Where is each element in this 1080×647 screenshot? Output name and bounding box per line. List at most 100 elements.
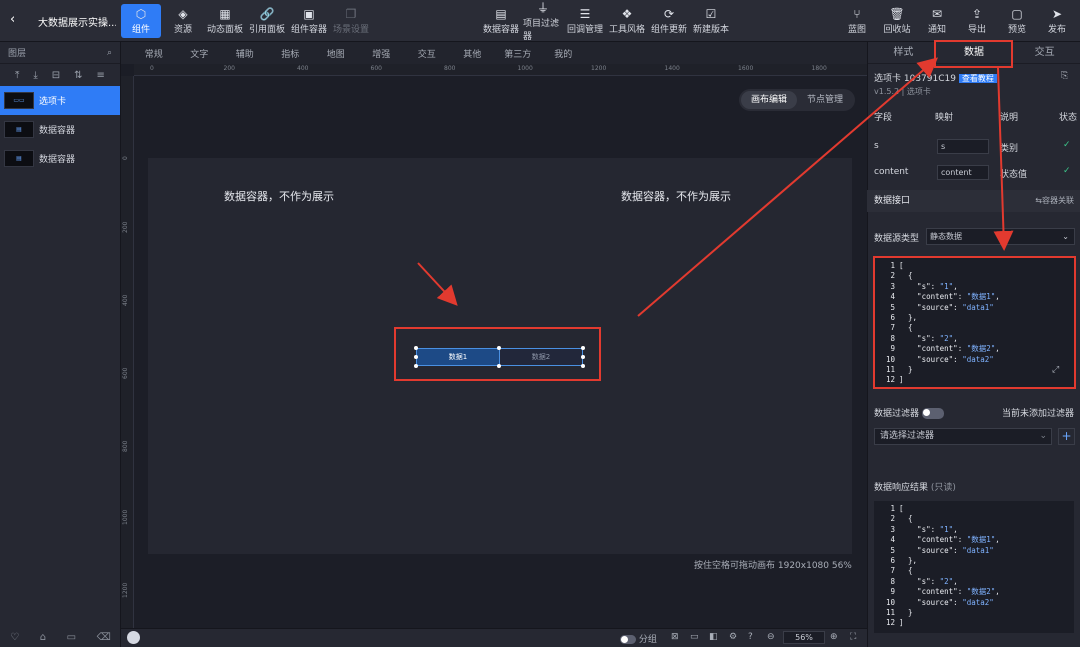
toolbar-container-button[interactable]: ▣ 组件容器	[289, 4, 329, 38]
copy-icon[interactable]: ⎘	[1061, 71, 1068, 81]
container-link-button[interactable]: ⇆容器关联	[1035, 190, 1074, 212]
category-tab[interactable]: 我的	[541, 47, 587, 60]
ruler-tick-label: 1200	[591, 65, 607, 72]
line-number: 11	[885, 608, 895, 618]
ruler-tick-label: 1800	[811, 65, 827, 72]
layer-item[interactable]: ▭▭ 选项卡	[0, 86, 120, 115]
resize-handle[interactable]	[581, 364, 585, 368]
canvas-edit-tab[interactable]: 画布编辑	[741, 91, 797, 109]
lock-icon[interactable]: ⌂	[40, 632, 46, 643]
layer-item[interactable]: ▤ 数据容器	[0, 115, 120, 144]
move-down-icon[interactable]: ⤓	[33, 70, 37, 81]
category-tab[interactable]: 交互	[404, 47, 450, 60]
fit-screen-icon[interactable]: ⛶	[850, 632, 856, 642]
category-tab[interactable]: 地图	[313, 47, 359, 60]
toolbar-label: 通知	[927, 25, 946, 35]
group-toggle[interactable]: 分组	[620, 632, 657, 645]
toolbar-label: 项目过滤器	[523, 18, 560, 42]
filter-icon: ⏚	[536, 0, 549, 15]
toolbar-scene-button[interactable]: ❐ 场景设置	[331, 4, 371, 38]
resize-handle[interactable]	[497, 346, 501, 350]
expand-icon[interactable]: ⤢	[1052, 365, 1059, 375]
property-tab[interactable]: 交互	[1009, 42, 1080, 63]
filter-select[interactable]: 请选择过滤器 ⌄	[874, 428, 1052, 445]
tab-widget-item-1[interactable]: 数据1	[417, 349, 499, 365]
canvas-mode-toggle[interactable]: 画布编辑 节点管理	[739, 89, 855, 111]
align-icon[interactable]: ⊟	[52, 70, 60, 81]
layer-item[interactable]: ▤ 数据容器	[0, 144, 120, 173]
folder-icon[interactable]: ▭	[67, 632, 76, 643]
resize-handle[interactable]	[414, 364, 418, 368]
back-icon[interactable]: ‹	[10, 12, 15, 27]
category-tab[interactable]: 常规	[131, 47, 177, 60]
category-tab[interactable]: 文字	[177, 47, 223, 60]
grid-icon[interactable]: ⊠	[671, 632, 679, 642]
toolbar-label: 回收站	[883, 25, 911, 35]
component-name: 选项卡 103791C19 查看教程	[874, 71, 997, 84]
zoom-out-icon[interactable]: ⊖	[767, 632, 775, 642]
move-up-icon[interactable]: ⤒	[15, 70, 19, 81]
resize-handle[interactable]	[581, 346, 585, 350]
toolbar-style-button[interactable]: ❖ 工具风格	[607, 4, 647, 38]
group-switch[interactable]	[620, 635, 636, 644]
resize-handle[interactable]	[414, 346, 418, 350]
toolbar-panel-button[interactable]: ▦ 动态面板	[205, 4, 245, 38]
code-line: 11 }	[874, 608, 1074, 618]
ruler-tick-label: 600	[370, 65, 382, 72]
category-tab[interactable]: 指标	[268, 47, 314, 60]
toolbar-publish-button[interactable]: ➤ 发布	[1038, 4, 1076, 38]
filter-switch[interactable]	[921, 408, 944, 419]
node-manage-tab[interactable]: 节点管理	[797, 91, 853, 109]
toolbar-data-container-button[interactable]: ▤ 数据容器	[481, 4, 521, 38]
line-number: 9	[890, 587, 895, 597]
toolbar-blueprint-button[interactable]: ⑂ 蓝图	[838, 4, 876, 38]
search-icon[interactable]: ⌕	[107, 48, 112, 58]
toolbar-component-button[interactable]: ⬡ 组件	[121, 4, 161, 38]
toolbar-label: 工具风格	[608, 25, 645, 35]
tutorial-link[interactable]: 查看教程	[958, 74, 997, 83]
settings-icon[interactable]: ⚙	[729, 632, 737, 642]
category-tab[interactable]: 辅助	[222, 47, 268, 60]
source-type-select[interactable]: 静态数据 ⌄	[926, 228, 1075, 245]
data-container-label-1[interactable]: 数据容器，不作为展示	[224, 188, 334, 204]
app-root: ‹ 大数据展示实操... ⬡ 组件 ◈ 资源 ▦ 动态面板 🔗 引用面板 ▣ 组件容器 ❐ 场景设置 …	[0, 0, 1080, 647]
add-filter-button[interactable]: +	[1058, 428, 1075, 445]
zoom-in-icon[interactable]: ⊕	[830, 632, 838, 642]
vertical-ruler: 0 200 400 600 800 1000 1200	[121, 76, 134, 628]
zoom-level[interactable]: 56%	[783, 631, 825, 644]
publish-icon: ➤	[1051, 7, 1063, 21]
toolbar-notice-button[interactable]: ✉ 通知	[918, 4, 956, 38]
data-container-label-2[interactable]: 数据容器，不作为展示	[621, 188, 731, 204]
toolbar-link-button[interactable]: 🔗 引用面板	[247, 4, 287, 38]
resize-handle[interactable]	[497, 364, 501, 368]
toolbar-layers-button[interactable]: ◈ 资源	[163, 4, 203, 38]
category-tab[interactable]: 其他	[450, 47, 496, 60]
toolbar-version-button[interactable]: ☑ 新建版本	[691, 4, 731, 38]
screen-icon[interactable]: ▭	[690, 632, 699, 642]
toolbar-filter-button[interactable]: ⏚ 项目过滤器	[523, 0, 563, 42]
code-line: 1[	[874, 504, 1074, 514]
list-icon[interactable]: ≡	[97, 70, 105, 81]
property-tab[interactable]: 样式	[868, 42, 939, 63]
sort-icon[interactable]: ⇅	[74, 70, 82, 81]
tab-widget-item-2[interactable]: 数据2	[499, 349, 582, 365]
category-tab[interactable]: 增强	[359, 47, 405, 60]
toolbar-preview-button[interactable]: ▢ 预览	[998, 4, 1036, 38]
category-tab[interactable]: 第三方	[495, 47, 541, 60]
resize-handle[interactable]	[581, 355, 585, 359]
code-text: "source": "data1"	[899, 545, 994, 555]
resize-handle[interactable]	[414, 355, 418, 359]
delete-icon[interactable]: ⌫	[97, 632, 111, 643]
toolbar-trash-button[interactable]: 🗑 回收站	[878, 4, 916, 38]
help-icon[interactable]: ?	[748, 632, 753, 642]
field-map-select[interactable]: s	[937, 139, 989, 154]
panel-icon[interactable]: ◧	[709, 632, 718, 642]
toolbar-sliders-button[interactable]: ☰ 回调管理	[565, 4, 605, 38]
avatar[interactable]	[127, 631, 140, 644]
code-text: "source": "data2"	[899, 597, 994, 607]
heart-icon[interactable]: ♡	[10, 632, 19, 643]
code-line: 7 {	[874, 566, 1074, 576]
field-map-select[interactable]: content	[937, 165, 989, 180]
toolbar-refresh-button[interactable]: ⟳ 组件更新	[649, 4, 689, 38]
toolbar-export-button[interactable]: ⇪ 导出	[958, 4, 996, 38]
